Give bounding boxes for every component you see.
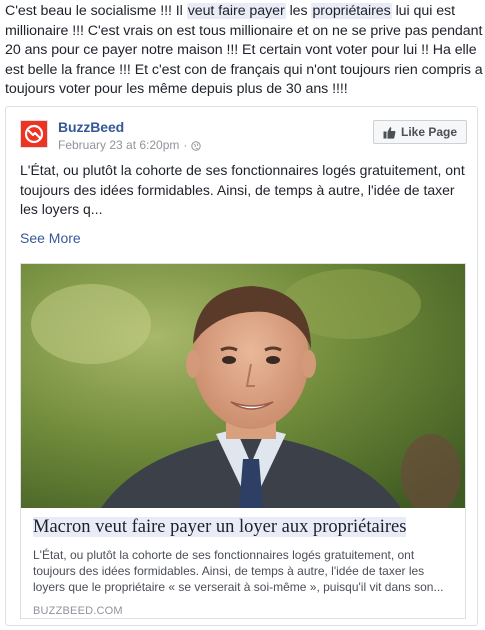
post-timestamp[interactable]: February 23 at 6:20pm xyxy=(58,138,179,152)
like-page-label: Like Page xyxy=(400,125,458,139)
article-title[interactable]: Macron veut faire payer un loyer aux pro… xyxy=(33,517,407,537)
shared-post-description: L'État, ou plutôt la cohorte de ses fonc… xyxy=(20,162,465,217)
post-meta: February 23 at 6:20pm · xyxy=(58,138,202,152)
article-photo[interactable] xyxy=(21,264,465,508)
article-description: L'État, ou plutôt la cohorte de ses fonc… xyxy=(33,548,444,594)
highlighted-phrase[interactable]: veut faire payer xyxy=(186,3,286,19)
link-info: Macron veut faire payer un loyer aux pro… xyxy=(33,515,453,617)
article-domain: BUZZBEED.COM xyxy=(33,605,123,617)
page-name-link[interactable]: BuzzBeed xyxy=(58,119,124,135)
meta-separator: · xyxy=(183,138,188,152)
see-more-link[interactable]: See More xyxy=(20,230,81,246)
post-text-part: les xyxy=(285,3,312,19)
highlighted-phrase[interactable]: propriétaires xyxy=(311,3,392,19)
post-text-part: C'est beau le socialisme !!! Il xyxy=(5,3,187,19)
post-message: C'est beau le socialisme !!! Il veut fai… xyxy=(5,2,483,100)
thumbs-up-icon xyxy=(383,126,396,139)
like-page-button[interactable]: Like Page xyxy=(373,120,467,144)
shared-post-header: BuzzBeed February 23 at 6:20pm · Like Pa… xyxy=(20,119,467,159)
globe-icon xyxy=(191,140,202,151)
buzzbeed-logo-icon xyxy=(21,121,47,147)
page-avatar[interactable] xyxy=(20,120,48,148)
link-preview[interactable]: Macron veut faire payer un loyer aux pro… xyxy=(20,263,466,619)
shared-post-card: BuzzBeed February 23 at 6:20pm · Like Pa… xyxy=(5,106,478,626)
portrait-photo-image xyxy=(21,264,465,508)
